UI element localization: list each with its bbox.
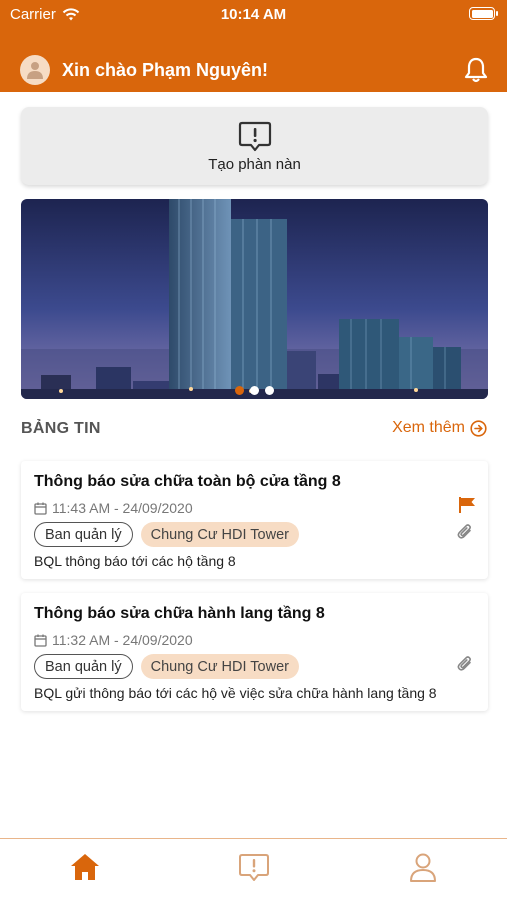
- greeting-text: Xin chào Phạm Nguyên!: [62, 60, 269, 80]
- create-complaint-label: Tạo phàn nàn: [208, 155, 301, 173]
- paperclip-icon: [457, 524, 471, 539]
- status-bar: Carrier 10:14 AM: [0, 0, 507, 30]
- carousel-dot-1[interactable]: [235, 386, 244, 395]
- bell-icon[interactable]: [463, 56, 489, 84]
- home-icon[interactable]: [69, 851, 101, 883]
- arrow-circle-right-icon: [470, 419, 487, 437]
- app-header: Carrier 10:14 AM Xin chào Phạm Nguyên!: [0, 0, 507, 92]
- news-description: BQL thông báo tới các hộ tầng 8: [34, 553, 236, 569]
- news-title: Thông báo sửa chữa toàn bộ cửa tầng 8: [34, 473, 341, 490]
- carousel-dot-2[interactable]: [250, 386, 259, 395]
- news-time: 11:43 AM - 24/09/2020: [52, 500, 193, 516]
- calendar-icon: [34, 502, 47, 515]
- news-time-row: 11:32 AM - 24/09/2020: [34, 632, 193, 648]
- tag-sender: Ban quản lý: [34, 522, 133, 547]
- bottom-tab-bar: [0, 838, 507, 900]
- news-time: 11:32 AM - 24/09/2020: [52, 632, 193, 648]
- news-card[interactable]: Thông báo sửa chữa toàn bộ cửa tầng 8 11…: [21, 461, 488, 579]
- tag-building: Chung Cư HDI Tower: [140, 654, 299, 679]
- news-description: BQL gửi thông báo tới các hộ về việc sửa…: [34, 685, 437, 701]
- profile-icon[interactable]: [407, 851, 439, 883]
- complaint-icon[interactable]: [238, 851, 270, 883]
- see-more-label: Xem thêm: [392, 419, 465, 436]
- news-title: Thông báo sửa chữa hành lang tầng 8: [34, 605, 325, 622]
- tag-building: Chung Cư HDI Tower: [140, 522, 299, 547]
- flag-icon: [459, 497, 475, 513]
- banner-image: [21, 199, 488, 399]
- carousel-dot-3[interactable]: [265, 386, 274, 395]
- news-tags: Ban quản lý Chung Cư HDI Tower: [34, 522, 299, 547]
- paperclip-icon: [457, 656, 471, 671]
- news-tags: Ban quản lý Chung Cư HDI Tower: [34, 654, 299, 679]
- avatar[interactable]: [20, 55, 50, 85]
- news-card[interactable]: Thông báo sửa chữa hành lang tầng 8 11:3…: [21, 593, 488, 711]
- news-section-title: BẢNG TIN: [21, 420, 101, 437]
- user-icon: [27, 62, 43, 79]
- create-complaint-button[interactable]: Tạo phàn nàn: [21, 107, 488, 185]
- calendar-icon: [34, 634, 47, 647]
- see-more-link[interactable]: Xem thêm: [392, 419, 487, 437]
- status-time: 10:14 AM: [220, 6, 287, 23]
- carousel-dots: [21, 386, 488, 395]
- news-time-row: 11:43 AM - 24/09/2020: [34, 500, 193, 516]
- message-alert-icon: [238, 121, 271, 151]
- banner-carousel[interactable]: [21, 199, 488, 399]
- tag-sender: Ban quản lý: [34, 654, 133, 679]
- battery-icon: [469, 7, 498, 20]
